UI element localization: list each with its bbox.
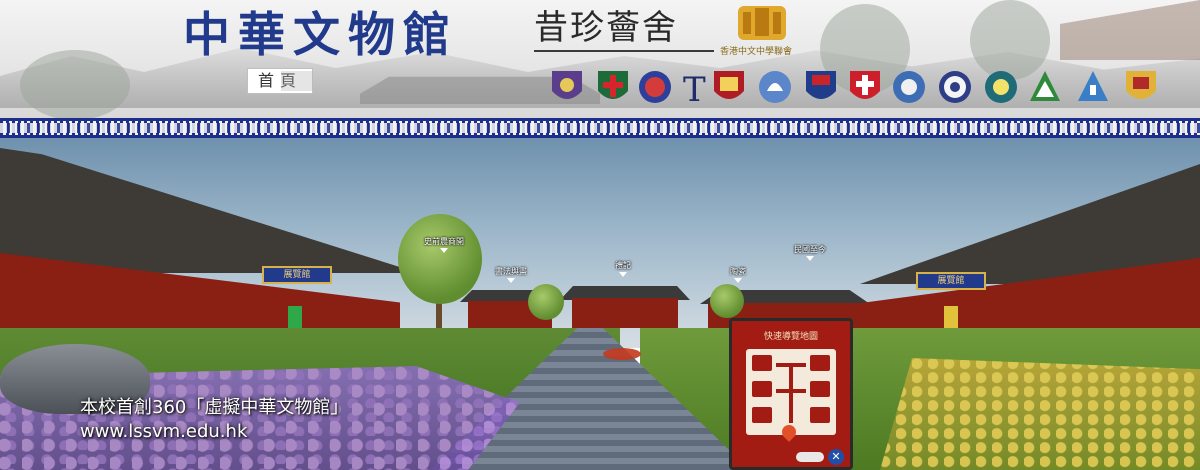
- school-crest-7[interactable]: [803, 67, 839, 109]
- svg-text:T: T: [683, 70, 706, 109]
- school-crest-8[interactable]: [847, 67, 883, 109]
- map-grid: [746, 349, 836, 435]
- center-hall: [572, 298, 678, 328]
- school-crests: T: [549, 67, 1165, 111]
- school-crest-1[interactable]: [549, 67, 585, 109]
- close-icon[interactable]: ✕: [828, 449, 844, 465]
- map-corridor: [789, 363, 793, 423]
- page-title: 中華文物館: [183, 8, 458, 63]
- hotspot-left-hall[interactable]: 書法與畫: [495, 266, 527, 283]
- school-crest-14[interactable]: [1123, 67, 1159, 109]
- caption-line-1: 本校首創360「虛擬中華文物館」: [80, 397, 349, 418]
- school-crest-3[interactable]: [637, 67, 673, 109]
- hotspot-right-hall[interactable]: 民國至今: [794, 244, 826, 261]
- tree: [710, 284, 744, 318]
- map-room[interactable]: [752, 355, 772, 371]
- panorama-viewer[interactable]: 展覽館 展覽館 史前農商開 書法與畫 禮記 陶瓷 民國至今 本校首創360「虛擬…: [0, 138, 1200, 470]
- banner-roof: [1060, 0, 1200, 60]
- yellow-flowers: [880, 358, 1200, 470]
- map-room[interactable]: [810, 381, 830, 397]
- school-crest-2[interactable]: [595, 67, 631, 109]
- school-crest-13[interactable]: [1075, 67, 1111, 109]
- left-hall-plaque: 展覽館: [262, 266, 332, 284]
- header-banner: 中華文物館 昔珍薈舍 香港中文中學聯會 首頁 T: [0, 0, 1200, 118]
- quick-nav-map[interactable]: 快速導覽地圖 ✕: [729, 318, 853, 470]
- school-crest-9[interactable]: [891, 67, 927, 109]
- right-hall-plaque: 展覽館: [916, 272, 986, 290]
- tree: [528, 284, 564, 320]
- hotspot-history[interactable]: 史前農商開: [424, 236, 464, 253]
- map-room[interactable]: [810, 407, 830, 423]
- caption-line-2[interactable]: www.lssvm.edu.hk: [80, 420, 348, 444]
- map-room[interactable]: [810, 355, 830, 371]
- association-logo: [738, 6, 786, 40]
- map-zoom-control[interactable]: [796, 452, 824, 462]
- school-crest-4[interactable]: T: [677, 67, 713, 109]
- school-crest-10[interactable]: [937, 67, 973, 109]
- tree: [398, 214, 482, 304]
- home-button[interactable]: 首頁: [247, 68, 313, 94]
- greek-fret-border: [0, 118, 1200, 138]
- hotspot-center[interactable]: 禮記: [615, 260, 631, 277]
- map-room[interactable]: [752, 381, 772, 397]
- path-red-marker: [603, 348, 641, 360]
- association-logo-caption: 香港中文中學聯會: [720, 47, 793, 57]
- school-crest-11[interactable]: [983, 67, 1019, 109]
- map-title: 快速導覽地圖: [763, 332, 818, 342]
- school-crest-5[interactable]: [711, 67, 747, 109]
- school-crest-6[interactable]: [757, 67, 793, 109]
- map-room[interactable]: [752, 407, 772, 423]
- banner-tree: [20, 50, 130, 118]
- caption-overlay: 本校首創360「虛擬中華文物館」 www.lssvm.edu.hk: [80, 396, 348, 444]
- map-corridor: [776, 389, 806, 393]
- school-crest-12[interactable]: [1027, 67, 1063, 109]
- hotspot-right-small[interactable]: 陶瓷: [730, 266, 746, 283]
- subtitle-underline: [534, 50, 714, 52]
- page-subtitle: 昔珍薈舍: [534, 8, 678, 48]
